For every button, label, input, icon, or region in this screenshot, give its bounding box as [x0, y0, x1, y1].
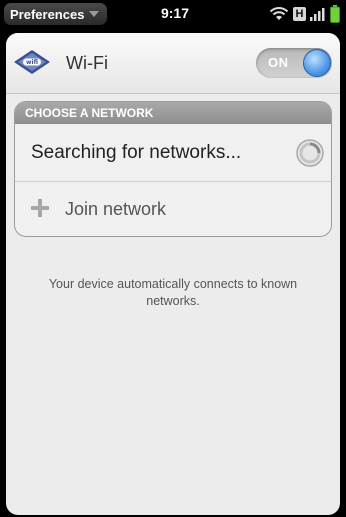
info-text: Your device automatically connects to kn… [48, 277, 298, 308]
group-header: CHOOSE A NETWORK [15, 102, 331, 124]
status-icons: H [269, 4, 340, 24]
wifi-signal-icon [269, 7, 289, 20]
searching-row: Searching for networks... [15, 124, 331, 182]
network-group: CHOOSE A NETWORK Searching for networks.… [14, 101, 332, 237]
join-network-button[interactable]: Join network [15, 182, 331, 236]
wifi-title: Wi-Fi [66, 53, 108, 73]
plus-icon [31, 199, 49, 217]
chevron-down-icon [89, 11, 100, 17]
preferences-panel: wifi Wi-Fi ON CHOOSE A NETWORK Searching… [6, 33, 340, 515]
wifi-toggle[interactable]: ON [256, 48, 332, 78]
searching-label: Searching for networks... [31, 142, 242, 163]
battery-icon [330, 5, 340, 23]
app-menu-label: Preferences [10, 6, 85, 22]
toggle-knob[interactable] [303, 49, 331, 77]
cell-signal-icon [310, 8, 325, 21]
clock: 9:17 [160, 5, 190, 21]
toggle-label: ON [268, 55, 289, 70]
wifi-header: wifi Wi-Fi ON [6, 33, 340, 94]
group-header-label: CHOOSE A NETWORK [25, 106, 154, 120]
device-screen: Preferences 9:17 H wifi Wi-Fi ON CHOOSE … [0, 0, 346, 517]
spinner-icon [296, 139, 324, 167]
network-type-badge: H [293, 7, 306, 21]
status-bar: Preferences 9:17 H [0, 0, 346, 28]
join-network-label: Join network [65, 199, 167, 219]
wifi-logo-icon: wifi [14, 50, 50, 74]
app-menu-button[interactable]: Preferences [4, 3, 108, 25]
svg-text:wifi: wifi [26, 59, 38, 66]
